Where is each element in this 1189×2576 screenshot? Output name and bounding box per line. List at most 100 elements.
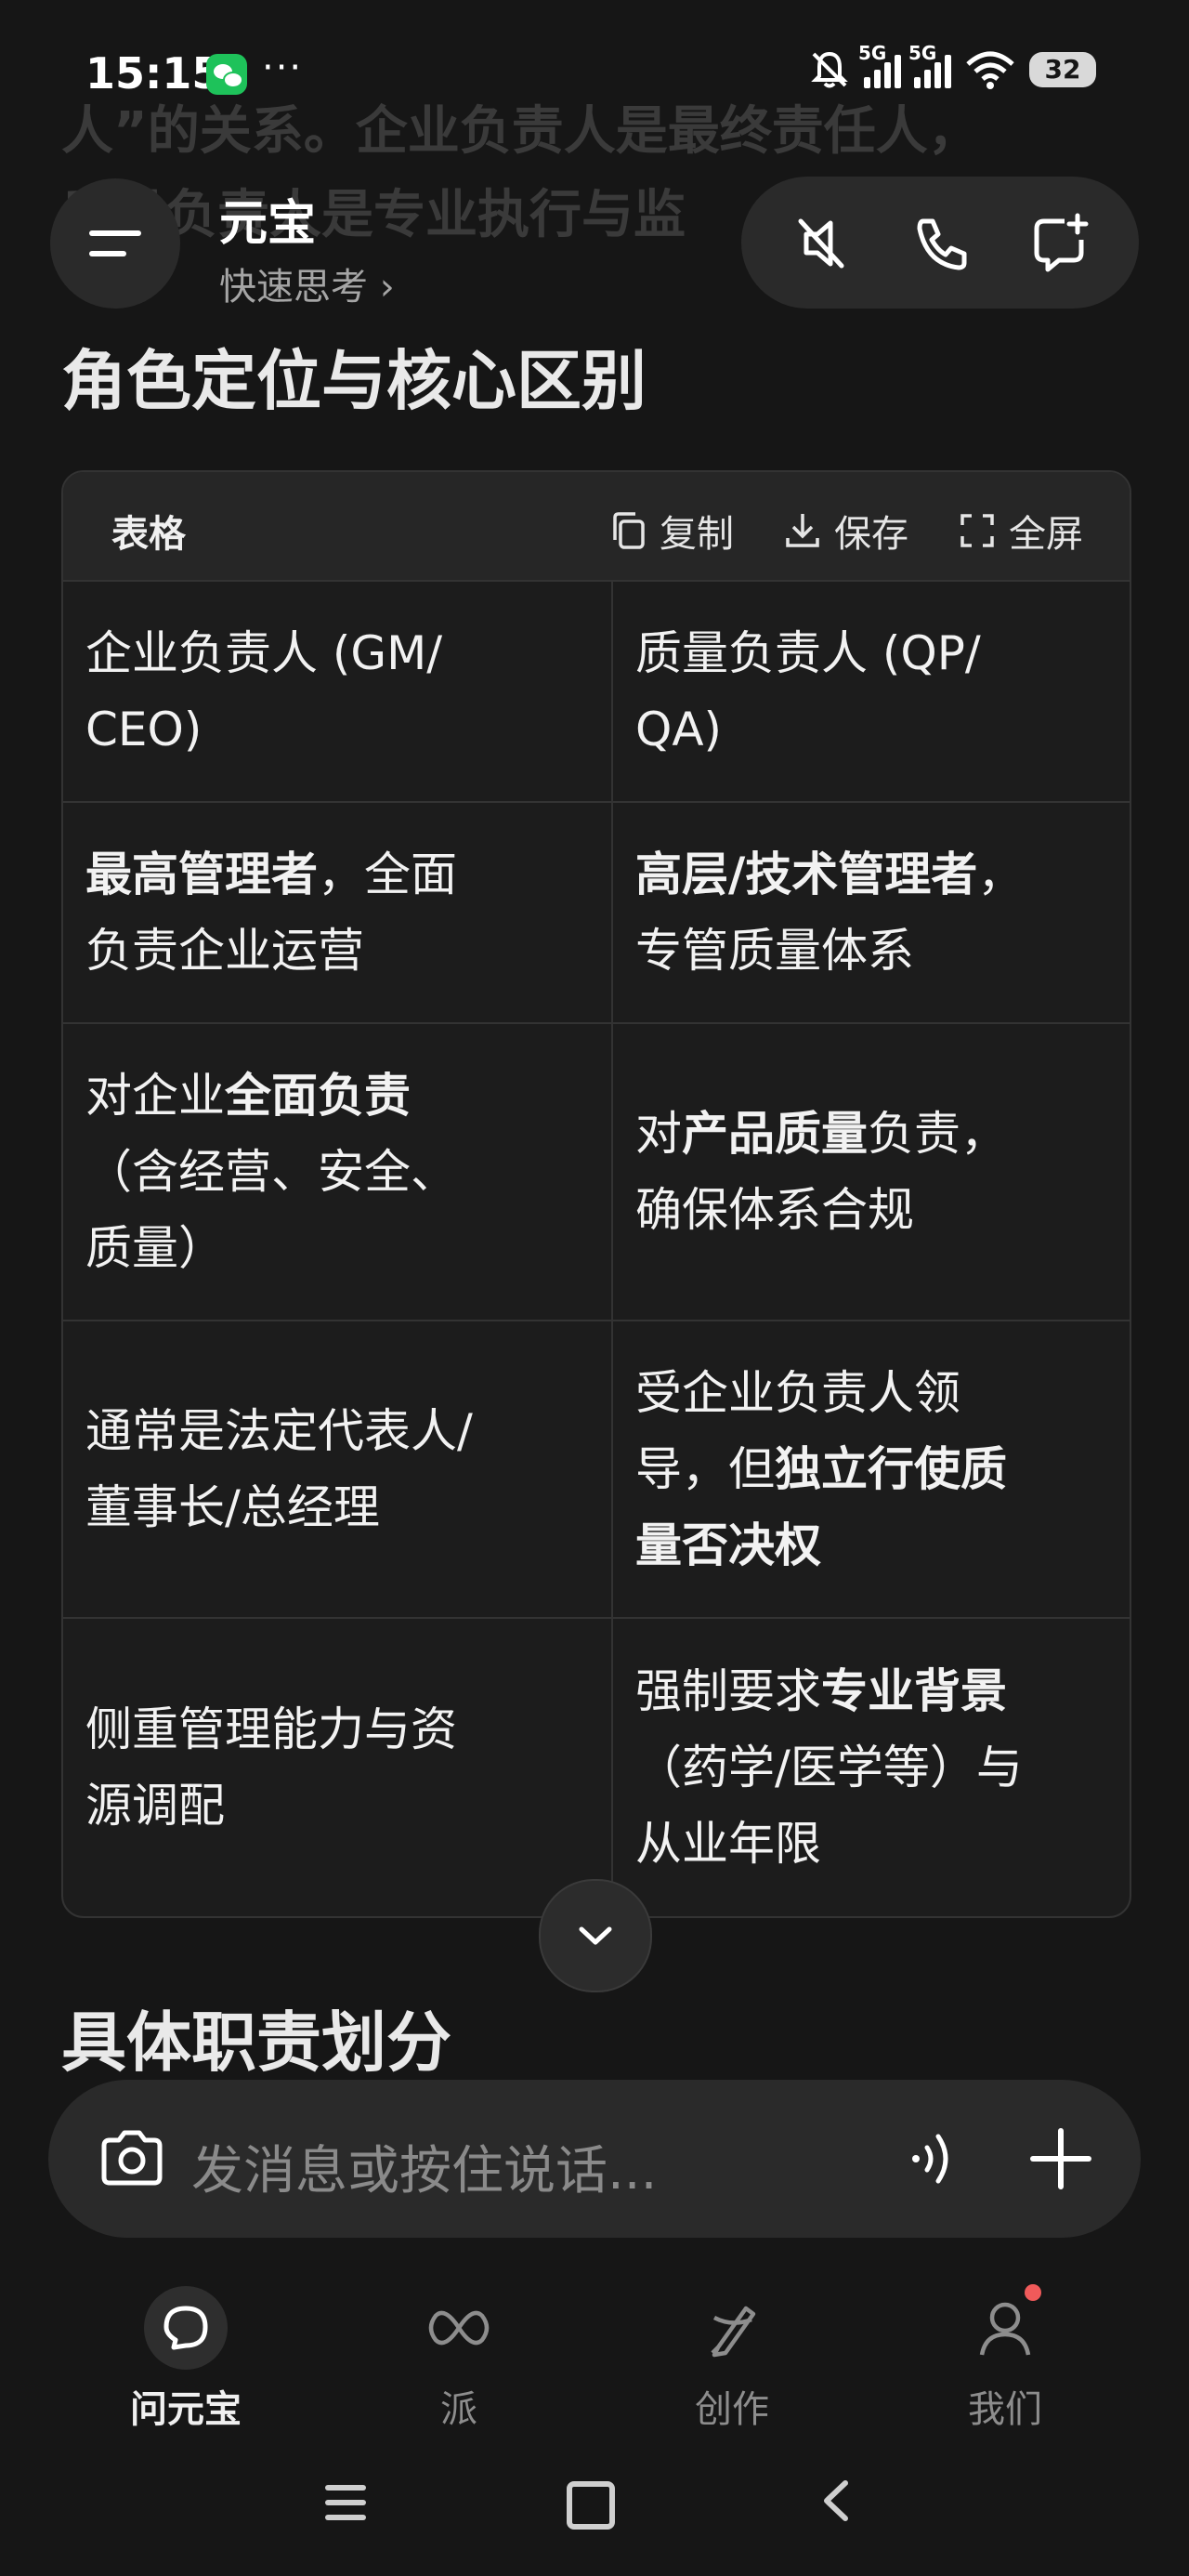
table-toolbar: 表格 复制 保存 全屏 bbox=[63, 472, 1130, 582]
cell-text: 企业负责人 (GM/ bbox=[85, 626, 443, 680]
system-home-button[interactable] bbox=[567, 2481, 615, 2530]
cell-text: （药学/医学等）与 bbox=[635, 1741, 1023, 1794]
fullscreen-icon bbox=[960, 514, 994, 547]
cell-text: 导，但 bbox=[635, 1442, 775, 1496]
person-icon bbox=[963, 2284, 1047, 2370]
new-chat-icon bbox=[1034, 213, 1089, 272]
cell-text: 产品质量 bbox=[682, 1107, 868, 1161]
nav-label: 我们 bbox=[968, 2388, 1042, 2431]
nav-tab-pai[interactable]: 派 bbox=[366, 2286, 552, 2433]
call-button[interactable] bbox=[894, 197, 986, 290]
table-cell: 最高管理者，全面负责企业运营 bbox=[63, 803, 613, 1022]
cell-text: 质量负责人 (QP/ bbox=[635, 626, 981, 680]
copy-button[interactable]: 复制 bbox=[608, 504, 734, 558]
pen-star-icon bbox=[690, 2286, 774, 2370]
cell-text: 受企业负责人领 bbox=[635, 1366, 960, 1420]
chat-bubble-icon bbox=[144, 2286, 228, 2370]
save-button[interactable]: 保存 bbox=[782, 504, 908, 558]
new-chat-button[interactable] bbox=[1013, 197, 1105, 290]
nav-tab-us[interactable]: 我们 bbox=[912, 2284, 1098, 2433]
signal-icon: 5G bbox=[908, 42, 951, 88]
copy-label: 复制 bbox=[660, 513, 734, 556]
more-notifications-icon: ··· bbox=[262, 46, 304, 89]
signal-icon: 5G bbox=[858, 42, 901, 88]
table-row: 企业负责人 (GM/CEO) 质量负责人 (QP/QA) bbox=[63, 582, 1130, 803]
nav-label: 创作 bbox=[695, 2388, 769, 2431]
cell-text: 负责企业运营 bbox=[85, 924, 364, 978]
fullscreen-label: 全屏 bbox=[1009, 513, 1083, 556]
table-cell: 受企业负责人领 导，但独立行使质量否决权 bbox=[613, 1321, 1128, 1617]
expand-button[interactable] bbox=[539, 1879, 652, 1992]
table-row: 最高管理者，全面负责企业运营 高层/技术管理者， 专管质量体系 bbox=[63, 803, 1130, 1024]
cell-text: 独立行使质 bbox=[775, 1442, 1007, 1496]
mode-selector[interactable]: 快速思考 › bbox=[219, 256, 395, 310]
mute-speaker-button[interactable] bbox=[775, 197, 868, 290]
signal-tag: 5G bbox=[858, 42, 887, 64]
cell-text: 高层/技术管理者 bbox=[635, 848, 978, 901]
voice-wave-icon[interactable] bbox=[901, 2122, 966, 2196]
app-title: 元宝 bbox=[219, 196, 317, 252]
cell-text: 专管质量体系 bbox=[635, 924, 914, 978]
cell-text: 确保体系合规 bbox=[635, 1183, 914, 1237]
message-input-bar[interactable]: 发消息或按住说话... bbox=[48, 2080, 1141, 2238]
table-cell: 质量负责人 (QP/QA) bbox=[613, 582, 1128, 801]
cell-text: 负责， bbox=[868, 1107, 1007, 1161]
table-row: 侧重管理能力与资 源调配 强制要求专业背景 （药学/医学等）与 从业年限 bbox=[63, 1619, 1130, 1916]
back-chevron-icon bbox=[824, 2480, 848, 2521]
menu-button[interactable] bbox=[50, 178, 180, 309]
chevron-down-icon bbox=[579, 1926, 612, 1945]
nav-tab-create[interactable]: 创作 bbox=[639, 2286, 825, 2433]
cell-text: 对企业 bbox=[85, 1069, 225, 1123]
system-back-button[interactable] bbox=[817, 2477, 855, 2528]
cell-text: ，全面 bbox=[318, 848, 457, 901]
section-heading: 具体职责划分 bbox=[61, 2004, 451, 2081]
notification-badge bbox=[1025, 2284, 1041, 2301]
cell-text: 对 bbox=[635, 1107, 682, 1161]
phone-icon bbox=[917, 218, 967, 270]
table-card: 表格 复制 保存 全屏 企业负责人 (GM/ CEO) 质量负责人 (QP/ Q… bbox=[61, 470, 1131, 1918]
cell-text: 全面负责 bbox=[225, 1069, 411, 1123]
table-cell: 侧重管理能力与资 源调配 bbox=[63, 1619, 613, 1916]
plus-icon[interactable] bbox=[1024, 2122, 1098, 2196]
table-cell: 对产品质量负责， 确保体系合规 bbox=[613, 1024, 1128, 1320]
table-label: 表格 bbox=[111, 513, 186, 556]
cell-text: 专业背景 bbox=[821, 1664, 1007, 1718]
table-body: 企业负责人 (GM/CEO) 质量负责人 (QP/QA) 最高管理者，全面 负责企… bbox=[63, 582, 1130, 1916]
camera-icon[interactable] bbox=[95, 2122, 169, 2196]
nav-tab-chat[interactable]: 问元宝 bbox=[93, 2286, 279, 2433]
menu-icon bbox=[89, 251, 126, 256]
menu-icon bbox=[89, 230, 141, 236]
section-heading: 角色定位与核心区别 bbox=[61, 343, 647, 419]
cell-text: 侧重管理能力与资 bbox=[85, 1702, 457, 1756]
table-row: 通常是法定代表人/董事长/总经理 受企业负责人领 导，但独立行使质 量否决权 bbox=[63, 1321, 1130, 1619]
wifi-icon bbox=[966, 51, 1014, 89]
cell-text: 质量） bbox=[85, 1221, 225, 1275]
table-row: 对企业全面负责 （含经营、安全、 质量） 对产品质量负责， 确保体系合规 bbox=[63, 1024, 1130, 1321]
copy-icon bbox=[613, 512, 645, 549]
nav-label: 问元宝 bbox=[130, 2388, 242, 2431]
cell-text: 从业年限 bbox=[635, 1817, 821, 1871]
save-label: 保存 bbox=[834, 513, 908, 556]
infinity-icon bbox=[417, 2286, 501, 2370]
cell-text: 量否决权 bbox=[635, 1518, 821, 1572]
cell-text: （含经营、安全、 bbox=[85, 1145, 457, 1199]
message-input[interactable]: 发消息或按住说话... bbox=[191, 2129, 657, 2204]
fullscreen-button[interactable]: 全屏 bbox=[957, 504, 1083, 558]
download-icon bbox=[786, 514, 819, 547]
table-cell: 强制要求专业背景 （药学/医学等）与 从业年限 bbox=[613, 1619, 1128, 1916]
table-cell: 高层/技术管理者， 专管质量体系 bbox=[613, 803, 1128, 1022]
table-cell: 对企业全面负责 （含经营、安全、 质量） bbox=[63, 1024, 613, 1320]
table-cell: 企业负责人 (GM/CEO) bbox=[63, 582, 613, 801]
cell-text: 董事长/总经理 bbox=[85, 1480, 380, 1534]
cell-text: 最高管理者 bbox=[85, 848, 318, 901]
cell-text: 源调配 bbox=[85, 1779, 225, 1833]
cell-text: QA) bbox=[635, 703, 723, 756]
battery-icon: 32 bbox=[1029, 52, 1096, 87]
cell-text: ， bbox=[977, 848, 1025, 901]
system-recents-button[interactable] bbox=[325, 2485, 366, 2530]
status-icons: 5G 5G 32 bbox=[808, 42, 1096, 91]
mute-bell-icon bbox=[811, 51, 848, 88]
mute-speaker-icon bbox=[798, 218, 844, 269]
cell-text: 强制要求 bbox=[635, 1664, 821, 1718]
background-text: 人”的关系。企业负责人是最终责任人， bbox=[61, 101, 980, 162]
